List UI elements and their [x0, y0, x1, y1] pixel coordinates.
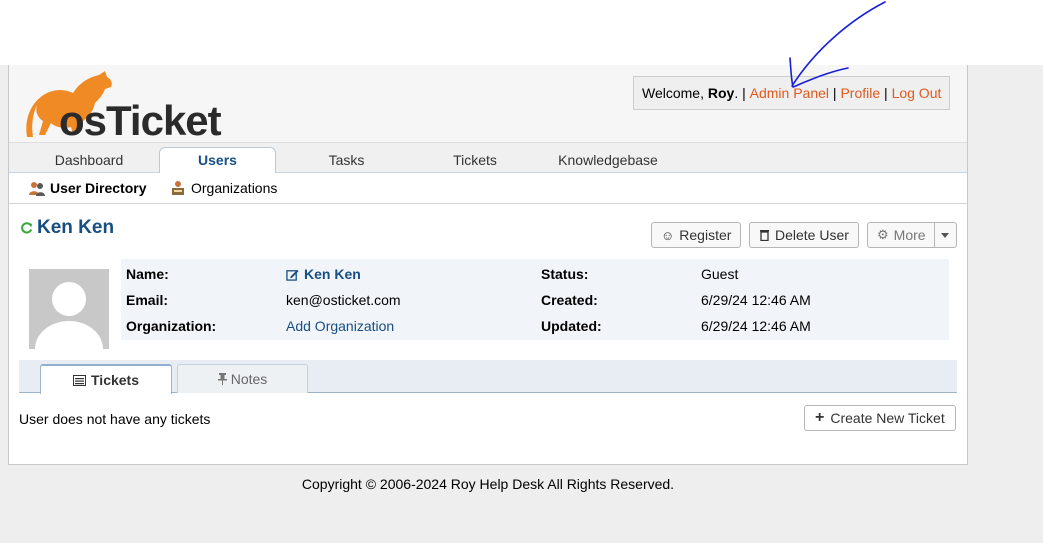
tab-tickets[interactable]: Tickets — [429, 148, 521, 173]
organization-icon — [172, 181, 184, 195]
name-value: Ken Ken — [304, 266, 361, 282]
status-label: Status: — [541, 266, 589, 282]
organizations-label: Organizations — [191, 180, 278, 196]
sub-nav: User Directory Organizations — [9, 173, 967, 204]
tab-user-tickets[interactable]: Tickets — [40, 364, 172, 394]
pin-icon — [217, 373, 227, 385]
top-blank-area — [0, 0, 1043, 65]
osticket-logo[interactable]: osTicket — [19, 69, 229, 144]
user-directory-link[interactable]: User Directory — [29, 180, 147, 196]
welcome-suffix: . | — [734, 85, 746, 101]
smiley-icon: ☺ — [661, 227, 675, 243]
users-icon — [29, 182, 45, 196]
notes-tab-label: Notes — [230, 371, 268, 387]
create-new-ticket-button[interactable]: + Create New Ticket — [804, 405, 956, 431]
avatar — [29, 269, 109, 349]
footer-copyright: Copyright © 2006-2024 Roy Help Desk All … — [301, 476, 675, 492]
updated-label: Updated: — [541, 318, 602, 334]
separator: | — [884, 85, 888, 101]
updated-value: 6/29/24 12:46 AM — [701, 318, 811, 334]
logo-text: osTicket — [59, 97, 222, 139]
header: osTicket Welcome, Roy. | Admin Panel | P… — [9, 65, 967, 144]
refresh-icon[interactable] — [20, 221, 33, 235]
email-label: Email: — [126, 292, 169, 308]
organizations-link[interactable]: Organizations — [170, 180, 277, 196]
main-container: osTicket Welcome, Roy. | Admin Panel | P… — [8, 65, 968, 465]
create-new-ticket-label: Create New Ticket — [830, 410, 945, 426]
caret-down-icon[interactable] — [933, 223, 956, 247]
organization-label: Organization: — [126, 318, 217, 334]
tab-dashboard[interactable]: Dashboard — [39, 148, 139, 173]
plus-icon: + — [815, 409, 825, 426]
add-organization-link[interactable]: Add Organization — [286, 318, 394, 334]
tab-knowledgebase[interactable]: Knowledgebase — [549, 148, 667, 173]
tab-users[interactable]: Users — [159, 147, 276, 174]
main-nav: Dashboard Users Tasks Tickets Knowledgeb… — [9, 143, 967, 174]
status-value: Guest — [701, 266, 739, 282]
gear-icon: ⚙ — [877, 227, 889, 242]
no-tickets-message: User does not have any tickets — [19, 411, 211, 427]
user-tabs: Tickets Notes — [19, 360, 957, 394]
welcome-prefix: Welcome, — [642, 85, 704, 101]
list-icon — [73, 374, 86, 386]
user-title: Ken Ken — [20, 217, 114, 239]
tickets-tab-label: Tickets — [91, 372, 139, 388]
email-value: ken@osticket.com — [286, 292, 401, 308]
created-value: 6/29/24 12:46 AM — [701, 292, 811, 308]
tab-tasks[interactable]: Tasks — [299, 148, 394, 173]
edit-icon — [286, 269, 299, 281]
delete-user-button[interactable]: Delete User — [749, 222, 859, 248]
separator: | — [832, 85, 837, 101]
trash-icon — [760, 230, 769, 241]
user-info-table: Name: Ken Ken Email: ken@osticket.com Or… — [121, 259, 949, 340]
register-button[interactable]: ☺ Register — [651, 222, 742, 248]
more-dropdown-button[interactable]: ⚙ More — [867, 222, 957, 248]
logout-link[interactable]: Log Out — [892, 85, 942, 101]
welcome-user: Roy — [707, 85, 735, 101]
register-label: Register — [679, 227, 732, 243]
name-label: Name: — [126, 266, 169, 282]
created-label: Created: — [541, 292, 598, 308]
more-label: More — [893, 227, 926, 243]
admin-panel-link[interactable]: Admin Panel — [750, 85, 829, 101]
user-name-heading[interactable]: Ken Ken — [37, 217, 114, 239]
name-value-link[interactable]: Ken Ken — [286, 266, 361, 282]
profile-link[interactable]: Profile — [840, 85, 880, 101]
welcome-box: Welcome, Roy. | Admin Panel | Profile | … — [633, 76, 951, 110]
delete-user-label: Delete User — [775, 227, 849, 243]
user-directory-label: User Directory — [50, 180, 147, 196]
tab-user-notes[interactable]: Notes — [177, 364, 308, 393]
